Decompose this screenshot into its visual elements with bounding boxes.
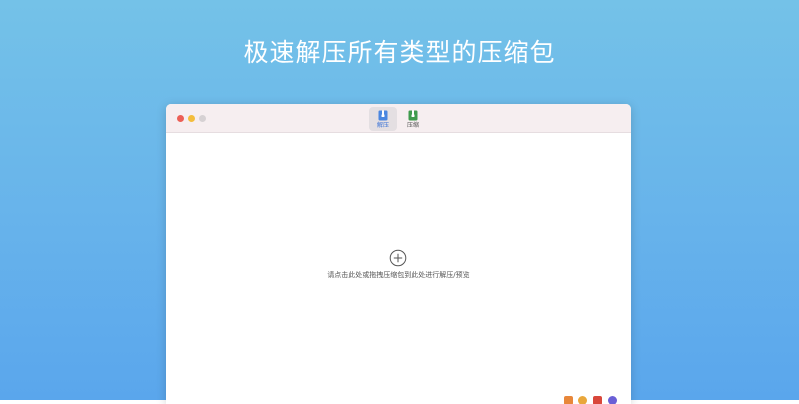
window-maximize-button[interactable] [199,115,206,122]
tab-compress[interactable]: 压缩 [399,107,427,131]
window-close-button[interactable] [177,115,184,122]
tab-extract[interactable]: 解压 [369,107,397,131]
compress-icon [408,110,418,121]
tab-compress-label: 压缩 [406,122,419,129]
archive-format-icon [593,396,602,404]
archive-drop-zone[interactable]: 请点击此处或拖拽压缩包到此处进行解压/预览 [166,133,631,404]
extract-icon [378,110,388,121]
window-minimize-button[interactable] [188,115,195,122]
plus-circle-icon[interactable] [389,249,407,267]
drop-zone-hint: 请点击此处或拖拽压缩包到此处进行解压/预览 [327,271,470,279]
format-icons [564,394,624,404]
archive-format-icon [578,396,587,404]
tab-extract-label: 解压 [376,122,389,129]
window-titlebar: 解压 压缩 [166,104,631,133]
archive-format-icon [564,396,573,404]
promo-headline: 极速解压所有类型的压缩包 [243,38,556,67]
app-window: 解压 压缩 请点击此处或拖拽压缩包到此处进行解压/预览 [166,104,631,404]
archive-format-icon [608,396,617,404]
